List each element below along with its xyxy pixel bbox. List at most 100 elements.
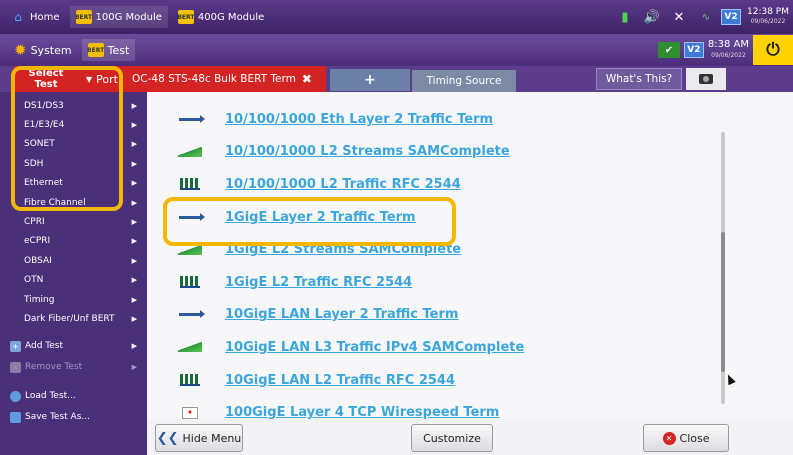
timing-source-tab[interactable]: Timing Source [412,70,516,92]
close-button[interactable]: ✕ Close [643,424,729,452]
close-label: Close [679,431,710,445]
rfc2544-icon [173,373,207,387]
close-icon: ✕ [662,431,676,445]
checkmark-icon[interactable]: ✔ [657,42,680,58]
menu-item-cpri[interactable]: CPRI ▶ [0,212,147,231]
module-100g-label: 100G Module [95,11,162,23]
test-link[interactable]: 1GigE L2 Traffic RFC 2544 [225,275,412,290]
test-list-item[interactable]: 10GigE LAN L2 Traffic RFC 2544 [147,364,793,397]
screenshot-button[interactable] [686,68,726,90]
test-button[interactable]: BERT Test [81,39,136,61]
bert-module-icon: BERT [75,10,92,24]
chevron-right-icon: ▶ [131,314,137,323]
test-clock: 8:38 AM 09/06/2022 [708,39,749,61]
streams-icon [173,145,207,159]
chevron-right-icon: ▶ [131,276,137,285]
bert-module-icon: BERT [87,43,104,57]
v2-icon[interactable]: V2 [683,42,704,58]
menu-item-label: OBSAI [24,255,52,266]
test-link[interactable]: 10GigE LAN Layer 2 Traffic Term [225,307,458,322]
double-chevron-left-icon: ❮❮ [156,430,179,446]
menu-item-otn[interactable]: OTN ▶ [0,271,147,290]
test-label: Test [107,43,130,57]
test-link[interactable]: 10/100/1000 L2 Streams SAMComplete [225,144,510,159]
test-list-item[interactable]: 10/100/1000 Eth Layer 2 Traffic Term [147,103,793,136]
top-status-bar: ⌂ Home BERT 100G Module BERT 400G Module… [0,0,793,34]
home-tab[interactable]: ⌂ Home [4,6,66,28]
remove-test-icon: × [10,361,21,373]
menu-action-label: Save Test As... [25,412,90,423]
highlight-box-test [163,197,456,246]
test-list-item[interactable]: 10/100/1000 L2 Streams SAMComplete [147,136,793,169]
test-link[interactable]: 10/100/1000 Eth Layer 2 Traffic Term [225,112,493,127]
battery-icon[interactable]: ▮ [613,6,637,28]
remove-test-item: × Remove Test ▶ [0,357,147,378]
home-icon: ⌂ [14,10,22,24]
scrollbar-thumb[interactable] [721,232,725,372]
add-tab-button[interactable]: + [330,69,410,91]
menu-item-ecpri[interactable]: eCPRI ▶ [0,232,147,251]
power-button[interactable]: ⏻ [753,35,793,65]
test-list-item[interactable]: 10GigE LAN L3 Traffic IPv4 SAMComplete [147,331,793,364]
system-button[interactable]: ✹ System [10,39,76,61]
save-test-as-item[interactable]: Save Test As... [0,407,147,428]
rfc2544-icon [173,275,207,289]
tools-icon[interactable]: ✕ [667,6,691,28]
menu-action-label: Add Test [25,341,64,352]
test-link[interactable]: 10GigE LAN L3 Traffic IPv4 SAMComplete [225,340,524,355]
hide-menu-label: Hide Menu [182,431,242,445]
menu-action-label: Load Test... [25,391,76,402]
module-100g-tab[interactable]: BERT 100G Module [69,6,168,28]
module-400g-label: 400G Module [197,11,265,23]
menu-item-label: CPRI [24,217,45,228]
module-400g-tab[interactable]: BERT 400G Module [172,6,270,28]
highlight-box-menu [11,66,123,211]
camera-icon [699,74,713,84]
gps-icon[interactable]: ∿ [694,6,718,28]
test-link[interactable]: 100GigE Layer 4 TCP Wirespeed Term [225,405,499,419]
menu-item-obsai[interactable]: OBSAI ▶ [0,251,147,270]
load-test-icon [10,390,21,402]
streams-icon [173,340,207,354]
test-link[interactable]: 10/100/1000 L2 Traffic RFC 2544 [225,177,461,192]
test-list-item[interactable]: 10GigE LAN Layer 2 Traffic Term [147,299,793,332]
speaker-icon[interactable]: 🔊 [640,6,664,28]
chevron-right-icon: ▶ [131,198,137,207]
system-tray: ▮ 🔊 ✕ ∿ V2 12:38 PM 09/06/2022 [613,0,793,34]
active-test-tab[interactable]: OC-48 STS-48c Bulk BERT Term ✖ [126,66,326,92]
test-list-item[interactable]: ✦ 100GigE Layer 4 TCP Wirespeed Term [147,396,793,419]
bottom-bar: ❮❮ Hide Menu Customize ✕ Close [147,419,793,455]
menu-action-label: Remove Test [25,362,83,373]
gear-icon: ✹ [14,41,27,59]
chevron-right-icon: ▶ [131,121,137,130]
load-test-item[interactable]: Load Test... [0,386,147,407]
menu-item-dark-fiber-unf-bert[interactable]: Dark Fiber/Unf BERT ▶ [0,309,147,328]
chevron-right-icon: ▶ [131,140,137,149]
menu-item-label: OTN [24,275,44,286]
system-label: System [30,43,72,57]
tcp-icon: ✦ [173,406,207,419]
close-tab-icon[interactable]: ✖ [302,72,312,86]
chevron-right-icon: ▶ [131,237,137,246]
chevron-right-icon: ▶ [131,342,137,351]
customize-button[interactable]: Customize [411,424,493,452]
chevron-right-icon: ▶ [131,295,137,304]
whats-this-button[interactable]: What's This? [596,68,682,90]
menu-item-timing[interactable]: Timing ▶ [0,290,147,309]
active-test-label: OC-48 STS-48c Bulk BERT Term [132,73,296,85]
test-link[interactable]: 10GigE LAN L2 Traffic RFC 2544 [225,373,455,388]
bert-module-icon: BERT [177,10,194,24]
rfc2544-icon [173,177,207,191]
chevron-right-icon: ▶ [131,256,137,265]
chevron-right-icon: ▶ [131,218,137,227]
test-clock-time: 8:38 AM [707,39,749,50]
system-clock: 12:38 PM 09/06/2022 [747,7,789,27]
chevron-right-icon: ▶ [131,363,137,372]
add-test-item[interactable]: + Add Test ▶ [0,336,147,357]
toolbar-right: ✔ V2 8:38 AM 09/06/2022 ⏻ [657,34,793,66]
test-list-item[interactable]: 1GigE L2 Traffic RFC 2544 [147,266,793,299]
test-list-item[interactable]: 10/100/1000 L2 Traffic RFC 2544 [147,168,793,201]
test-clock-date: 09/06/2022 [711,52,746,59]
hide-menu-button[interactable]: ❮❮ Hide Menu [155,424,243,452]
v2-icon[interactable]: V2 [721,9,741,25]
